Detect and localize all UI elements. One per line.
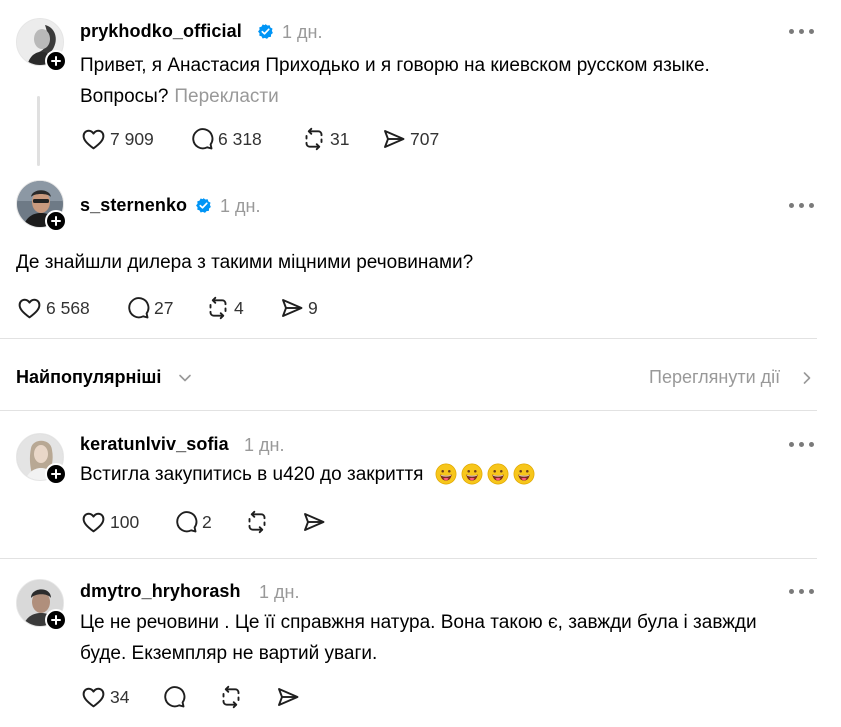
repost-icon (219, 685, 243, 709)
chevron-right-icon (803, 372, 811, 384)
thread-line (37, 96, 40, 166)
post-sternenko: s_sternenko 1 дн. Де знайшли дилера з та… (0, 170, 841, 338)
repost-icon (206, 296, 230, 320)
sort-label: Найпопулярніші (16, 367, 162, 387)
share-icon (280, 296, 304, 320)
follow-plus-icon[interactable] (45, 463, 67, 485)
post-time[interactable]: 1 дн. (220, 196, 260, 217)
share-button[interactable] (302, 509, 326, 535)
verified-badge-icon (195, 197, 212, 214)
follow-plus-icon[interactable] (45, 50, 67, 72)
like-button[interactable]: 7 909 (81, 126, 154, 152)
verified-badge-icon (257, 23, 274, 40)
comment-icon (162, 685, 186, 709)
grinning-emoji-icon (487, 463, 509, 485)
post-text: Привет, я Анастасия Приходько и я говорю… (80, 50, 800, 112)
heart-icon (81, 685, 106, 710)
comment-keratunlviv: keratunlviv_sofia 1 дн. Встигла закупити… (0, 411, 841, 558)
more-icon[interactable] (789, 588, 817, 596)
emoji-group (435, 463, 535, 495)
comment-time[interactable]: 1 дн. (244, 435, 284, 456)
view-activity-label: Переглянути дії (649, 367, 781, 387)
reply-count: 27 (154, 297, 174, 318)
comment-text-line: буде. Екземпляр не вартий уваги. (80, 643, 378, 664)
share-icon (302, 510, 326, 534)
heart-icon (81, 510, 106, 535)
share-button[interactable] (276, 684, 300, 710)
reply-button[interactable]: 27 (126, 295, 173, 321)
grinning-emoji-icon (435, 463, 457, 485)
like-button[interactable]: 6 568 (17, 295, 90, 321)
reply-count: 6 318 (218, 128, 262, 149)
comment-text: Це не речовини . Це її справжня натура. … (80, 607, 820, 669)
repost-icon (302, 127, 326, 151)
follow-plus-icon[interactable] (45, 210, 67, 232)
heart-icon (81, 127, 106, 152)
share-count: 707 (410, 128, 440, 149)
grinning-emoji-icon (513, 463, 535, 485)
reply-count: 2 (202, 511, 212, 532)
comment-icon (190, 127, 214, 151)
grinning-emoji-icon (461, 463, 483, 485)
comment-icon (126, 296, 150, 320)
username[interactable]: prykhodko_official (80, 21, 242, 42)
comment-text-body: Встигла закупитись в u420 до закриття (80, 464, 424, 485)
like-count: 34 (110, 686, 130, 707)
repost-button[interactable] (219, 684, 243, 710)
username[interactable]: s_sternenko (80, 195, 187, 216)
more-icon[interactable] (789, 202, 817, 210)
reply-button[interactable]: 6 318 (190, 126, 262, 152)
post-time[interactable]: 1 дн. (282, 22, 322, 43)
comment-text: Встигла закупитись в u420 до закриття (80, 459, 800, 495)
chevron-down-icon (179, 374, 191, 382)
reply-button[interactable]: 2 (174, 509, 212, 535)
more-icon[interactable] (789, 28, 817, 36)
share-count: 9 (308, 297, 318, 318)
repost-count: 4 (234, 297, 244, 318)
comment-text-line: Це не речовини . Це її справжня натура. … (80, 612, 757, 633)
like-count: 6 568 (46, 297, 90, 318)
username[interactable]: keratunlviv_sofia (80, 434, 229, 455)
username[interactable]: dmytro_hryhorash (80, 581, 241, 602)
comment-icon (174, 510, 198, 534)
like-count: 100 (110, 511, 140, 532)
sort-dropdown[interactable]: Найпопулярніші (16, 366, 206, 390)
share-icon (276, 685, 300, 709)
share-icon (382, 127, 406, 151)
like-count: 7 909 (110, 128, 154, 149)
like-button[interactable]: 100 (81, 509, 139, 535)
comment-dmytro: dmytro_hryhorash 1 дн. Це не речовини . … (0, 559, 841, 727)
translate-link[interactable]: Перекласти (174, 86, 278, 107)
repost-button[interactable]: 4 (206, 295, 244, 321)
repost-icon (245, 510, 269, 534)
comment-time[interactable]: 1 дн. (259, 582, 299, 603)
follow-plus-icon[interactable] (45, 609, 67, 631)
share-button[interactable]: 707 (382, 126, 439, 152)
view-activity-link[interactable]: Переглянути дії (649, 366, 819, 390)
more-icon[interactable] (789, 441, 817, 449)
repost-count: 31 (330, 128, 350, 149)
repost-button[interactable] (245, 509, 269, 535)
reply-button[interactable] (162, 684, 186, 710)
post-text: Де знайшли дилера з такими міцними речов… (16, 252, 474, 273)
like-button[interactable]: 34 (81, 684, 129, 710)
heart-icon (17, 296, 42, 321)
post-prykhodko: prykhodko_official 1 дн. Привет, я Анаст… (0, 0, 841, 170)
repost-button[interactable]: 31 (302, 126, 349, 152)
divider (0, 338, 817, 339)
share-button[interactable]: 9 (280, 295, 318, 321)
